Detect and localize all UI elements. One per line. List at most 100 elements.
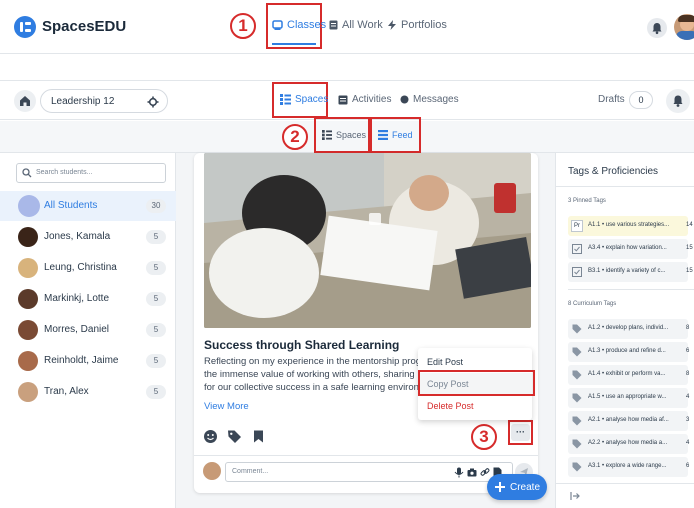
- tag-count: 15: [686, 245, 693, 251]
- tag-icon: [572, 347, 582, 357]
- curriculum-tag[interactable]: A1.4 • exhibit or perform va... 8: [568, 365, 690, 385]
- avatar: [18, 320, 38, 340]
- student-count: 5: [146, 261, 166, 275]
- notification-button[interactable]: [647, 18, 667, 38]
- view-more-link[interactable]: View More: [204, 401, 249, 412]
- student-item[interactable]: Jones, Kamala 5: [0, 222, 176, 252]
- tag-count: 6: [686, 463, 690, 469]
- tag-icon: [572, 462, 582, 472]
- tab-messages[interactable]: Messages: [400, 94, 459, 105]
- post-excerpt: Reflecting on my experience in the mento…: [204, 355, 430, 394]
- tags-panel: Tags & Proficiencies 3 Pinned Tags Pr A1…: [555, 153, 694, 508]
- student-count: 5: [146, 385, 166, 399]
- nav-all-work[interactable]: All Work: [329, 19, 383, 31]
- tag-count: 14: [686, 222, 693, 228]
- student-search-box[interactable]: Search students...: [16, 163, 166, 183]
- curriculum-tag[interactable]: A1.3 • produce and refine d... 6: [568, 342, 689, 362]
- tab-spaces-label: Spaces: [295, 94, 329, 105]
- tag-icon: [572, 370, 582, 380]
- student-name: Tran, Alex: [44, 386, 89, 397]
- student-item[interactable]: Tran, Alex 5: [0, 377, 176, 407]
- bookmark-icon: [254, 430, 263, 443]
- drafts-label[interactable]: Drafts: [598, 94, 625, 105]
- tag-text: A1.5 • use an appropriate w...: [588, 394, 667, 400]
- tag-icon: [572, 393, 582, 403]
- activities-icon: [338, 95, 348, 104]
- spacesedu-logo-icon: [14, 16, 36, 38]
- spaces-icon: [280, 94, 291, 105]
- tag-button[interactable]: [227, 429, 242, 444]
- message-icon: [400, 95, 409, 104]
- divider: [556, 186, 694, 187]
- post-excerpt-line: Reflecting on my experience in the mento…: [204, 356, 425, 367]
- post-more-button[interactable]: ···: [511, 424, 530, 441]
- feed-icon: [378, 130, 388, 140]
- drafts-count-badge: 0: [629, 91, 653, 109]
- curriculum-tag[interactable]: A1.5 • use an appropriate w... 4: [568, 388, 690, 408]
- active-tab-indicator: [272, 43, 316, 45]
- tag-count: 4: [686, 394, 690, 400]
- class-settings-icon[interactable]: [147, 96, 159, 108]
- app-name: SpacesEDU: [42, 18, 127, 35]
- home-button[interactable]: [14, 90, 36, 112]
- tag-text: A2.1 • analyse how media af...: [588, 417, 669, 423]
- tag-count: 8: [686, 325, 690, 331]
- tag-text: A1.3 • produce and refine d...: [588, 348, 666, 354]
- divider: [568, 289, 694, 290]
- pinned-tag[interactable]: A3.4 • explain how variation... 15: [568, 239, 693, 259]
- subtab-feed[interactable]: Feed: [378, 130, 413, 140]
- subtab-spaces[interactable]: Spaces: [322, 130, 366, 140]
- annotation-box-copy-post: [418, 370, 535, 396]
- pinned-tag[interactable]: Pr A1.1 • use various strategies... 14: [568, 216, 693, 236]
- microphone-icon[interactable]: [454, 467, 464, 478]
- proficiency-prefix: Pr: [571, 220, 583, 232]
- nav-portfolios[interactable]: Portfolios: [387, 19, 447, 31]
- curriculum-tag[interactable]: A3.1 • explore a wide range... 6: [568, 457, 690, 477]
- link-icon[interactable]: [480, 467, 490, 477]
- comment-input[interactable]: Comment...: [225, 462, 513, 482]
- student-name: Markinkj, Lotte: [44, 293, 110, 304]
- student-item[interactable]: Leung, Christina 5: [0, 253, 176, 283]
- collapse-panel-icon[interactable]: [570, 491, 580, 501]
- class-selector[interactable]: Leadership 12: [40, 89, 168, 113]
- curriculum-tags-label: 8 Curriculum Tags: [568, 301, 617, 307]
- student-item-all[interactable]: All Students 30: [0, 191, 176, 221]
- tag-text: A2.2 • analyse how media a...: [588, 440, 668, 446]
- bookmark-button[interactable]: [251, 429, 266, 444]
- avatar: [18, 289, 38, 309]
- curriculum-tag[interactable]: A1.2 • develop plans, individ... 8: [568, 319, 690, 339]
- divider: [556, 483, 694, 484]
- bell-icon: [673, 95, 683, 107]
- avatar: [18, 351, 38, 371]
- student-item[interactable]: Markinkj, Lotte 5: [0, 284, 176, 314]
- reaction-button[interactable]: [203, 429, 218, 444]
- tag-count: 8: [686, 371, 690, 377]
- tag-text: A1.4 • exhibit or perform va...: [588, 371, 666, 377]
- curriculum-tag[interactable]: A2.2 • analyse how media a... 4: [568, 434, 689, 454]
- tab-activities[interactable]: Activities: [338, 94, 391, 105]
- create-button[interactable]: Create: [487, 474, 547, 500]
- camera-icon[interactable]: [467, 468, 477, 477]
- checklist-icon: [572, 267, 582, 277]
- pinned-tag[interactable]: B3.1 • identify a variety of c... 15: [568, 262, 693, 282]
- curriculum-tag[interactable]: A2.1 • analyse how media af... 3: [568, 411, 689, 431]
- pinned-tags-label: 3 Pinned Tags: [568, 198, 606, 204]
- tag-text: A1.2 • develop plans, individ...: [588, 325, 669, 331]
- tags-panel-title: Tags & Proficiencies: [568, 166, 659, 177]
- student-count: 5: [146, 354, 166, 368]
- menu-delete-post[interactable]: Delete Post: [418, 395, 532, 417]
- post-photo[interactable]: [204, 153, 531, 328]
- student-count: 30: [146, 199, 166, 213]
- user-avatar[interactable]: [674, 14, 694, 40]
- lightning-icon: [388, 20, 396, 30]
- space-notifications-button[interactable]: [666, 89, 690, 113]
- tab-spaces[interactable]: Spaces: [280, 94, 328, 105]
- tag-text: A3.1 • explore a wide range...: [588, 463, 667, 469]
- subtab-feed-label: Feed: [392, 130, 413, 140]
- tag-icon: [572, 439, 582, 449]
- nav-classes-label: Classes: [287, 19, 327, 31]
- nav-classes[interactable]: Classes: [272, 19, 326, 31]
- student-item[interactable]: Reinholdt, Jaime 5: [0, 346, 176, 376]
- student-item[interactable]: Morres, Daniel 5: [0, 315, 176, 345]
- tag-text: B3.1 • identify a variety of c...: [588, 268, 666, 274]
